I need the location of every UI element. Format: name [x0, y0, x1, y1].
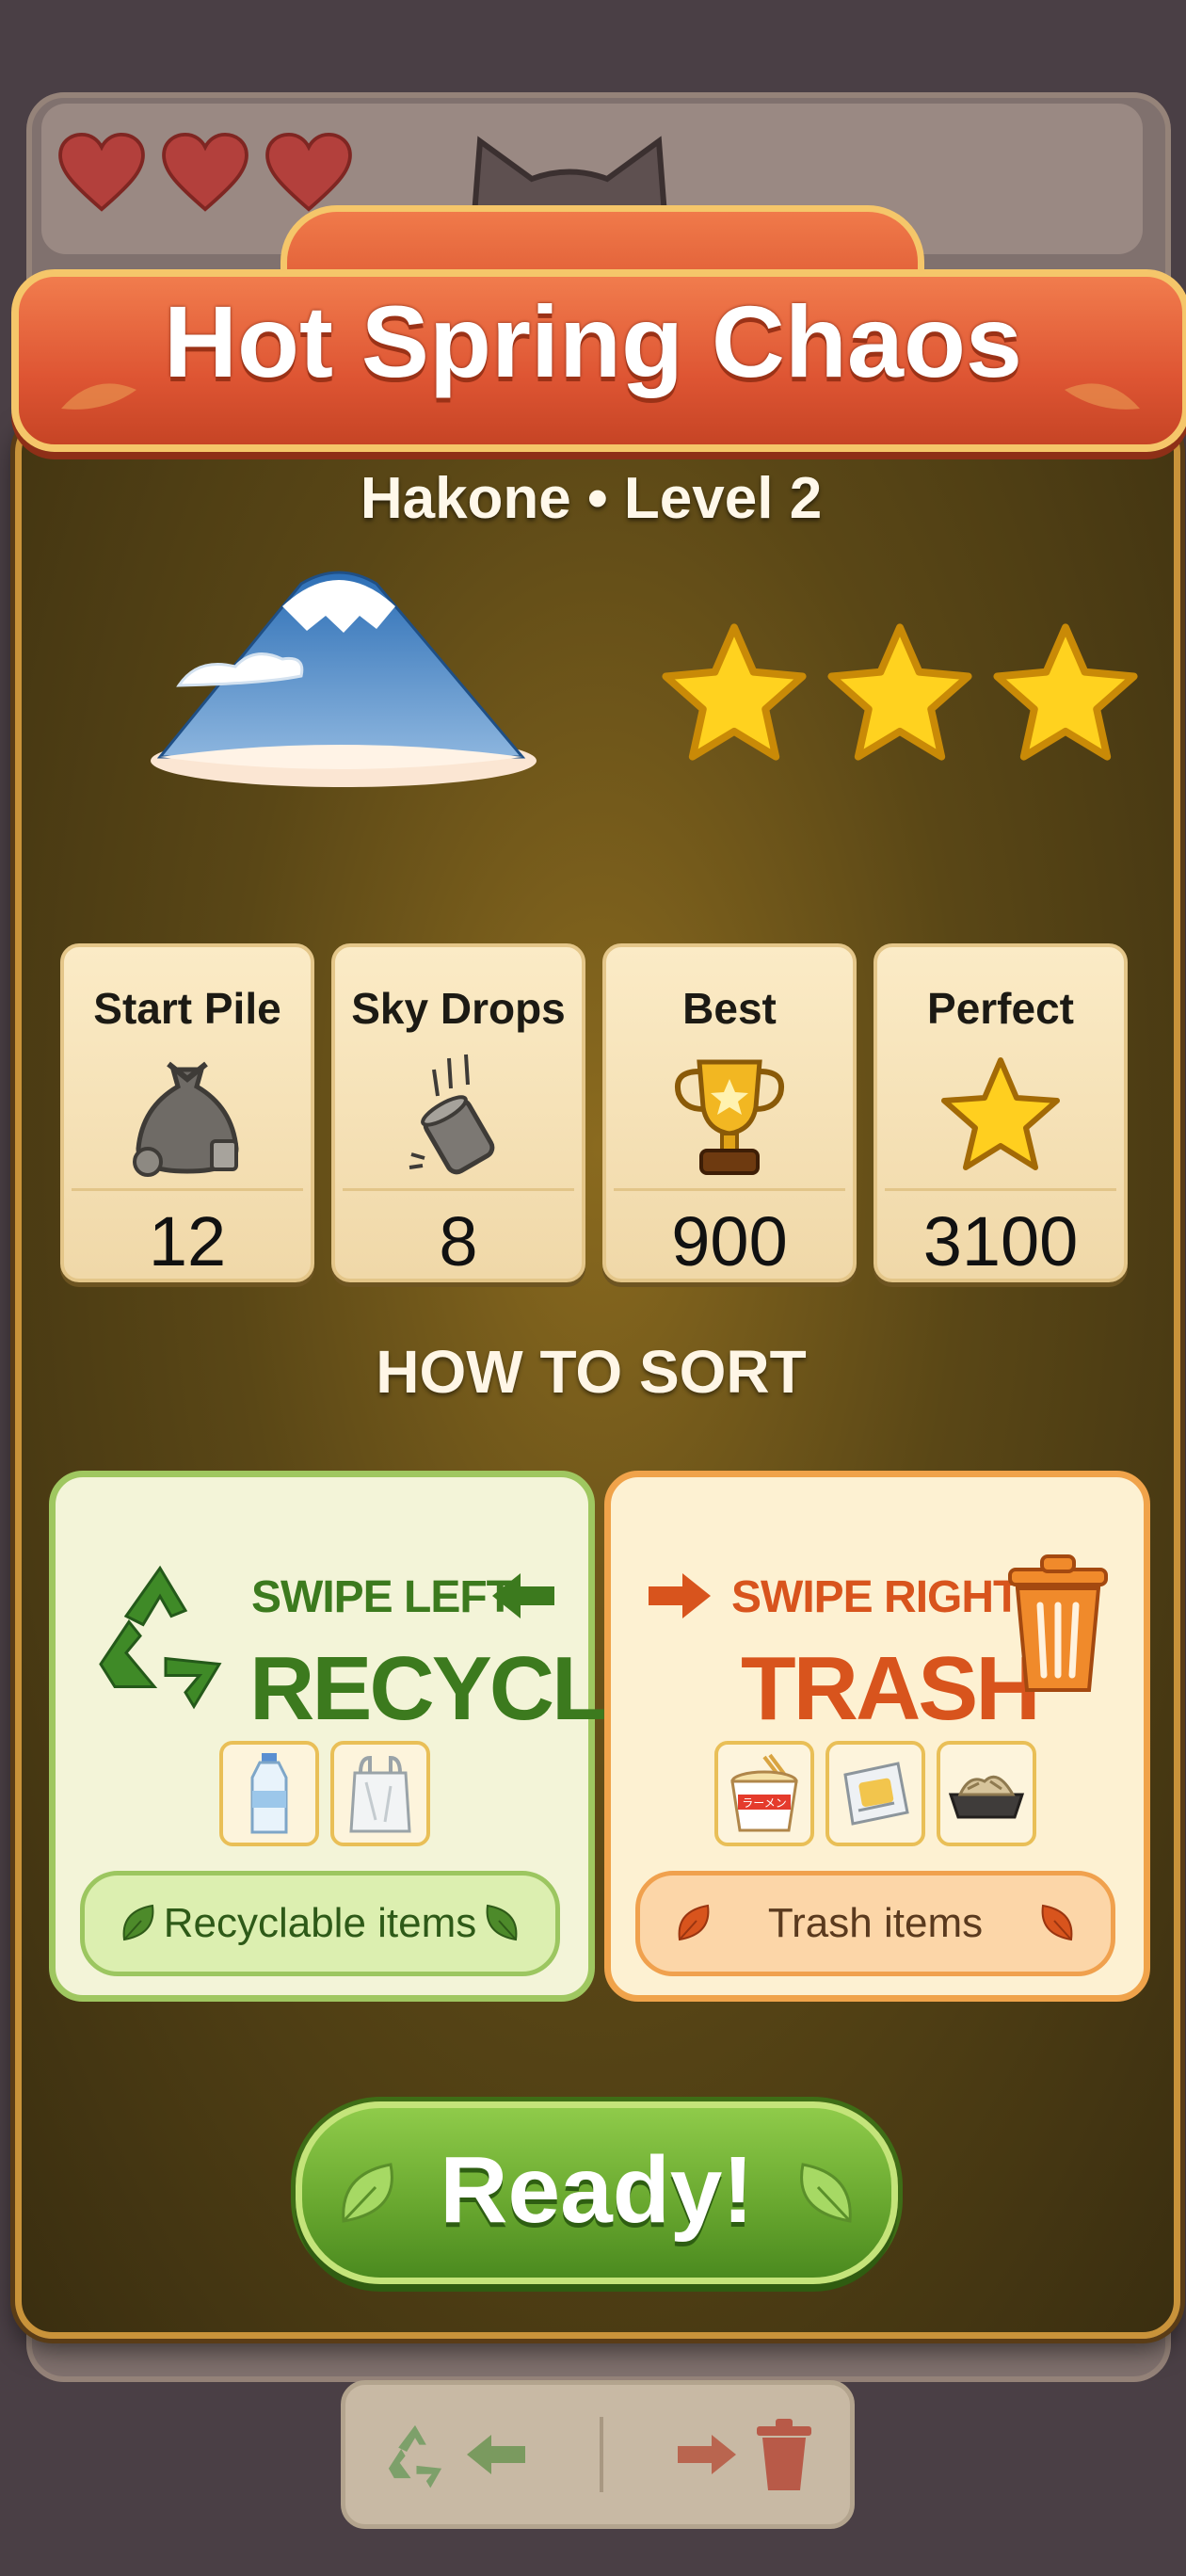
star-icon	[662, 623, 807, 761]
leaf-icon	[122, 1904, 154, 1941]
heart-icon	[58, 132, 145, 212]
recycle-label: RECYCLE	[249, 1638, 665, 1739]
control-divider	[599, 2417, 603, 2492]
food-tray-icon	[948, 1775, 1025, 1819]
stat-value: 8	[439, 1202, 478, 1280]
level-title: Hot Spring Chaos	[164, 284, 1022, 398]
star-rating	[659, 621, 1141, 763]
item-slot	[825, 1741, 925, 1846]
recycle-icon	[389, 2424, 442, 2488]
swipe-right-label: SWIPE RIGHT	[731, 1572, 1020, 1622]
arrow-left-icon	[467, 2435, 526, 2474]
stat-label: Sky Drops	[351, 984, 566, 1033]
star-icon	[941, 1057, 1060, 1170]
ready-button[interactable]: Ready!	[296, 2101, 898, 2284]
arrow-left-icon	[492, 1573, 554, 1618]
recyclable-items	[219, 1741, 430, 1846]
stat-divider	[343, 1188, 574, 1191]
trash-label: TRASH	[741, 1638, 1041, 1739]
stat-label: Start Pile	[93, 984, 281, 1033]
recyclable-items-label: Recyclable items	[163, 1900, 477, 1946]
heart-icon	[162, 132, 248, 212]
how-to-sort-heading: HOW TO SORT	[376, 1338, 807, 1406]
heart-icon	[265, 132, 352, 212]
trash-items: ラーメン	[714, 1741, 1036, 1846]
stat-value: 3100	[922, 1202, 1079, 1280]
water-bottle-icon	[250, 1753, 288, 1834]
leaf-icon	[800, 2163, 852, 2223]
trophy-icon	[675, 1059, 784, 1175]
item-slot	[937, 1741, 1036, 1846]
noodle-cup-icon: ラーメン	[730, 1753, 798, 1832]
trash-items-pill: Trash items	[635, 1871, 1115, 1976]
plastic-bag-icon	[349, 1755, 411, 1833]
leaf-icon	[678, 1904, 710, 1941]
swipe-left-label: SWIPE LEFT	[251, 1572, 514, 1622]
lives-hearts	[56, 132, 354, 213]
leaf-icon	[486, 1904, 518, 1941]
stat-divider	[885, 1188, 1116, 1191]
trash-bag-icon	[133, 1061, 239, 1177]
stat-perfect: Perfect 3100	[873, 943, 1128, 1282]
stat-sky-drops: Sky Drops 8	[331, 943, 585, 1282]
recyclable-items-pill: Recyclable items	[80, 1871, 560, 1976]
trash-can-icon	[756, 2419, 811, 2490]
noodle-cup-text: ラーメン	[742, 1796, 787, 1810]
falling-can-icon	[409, 1054, 495, 1175]
stat-label: Perfect	[927, 984, 1074, 1033]
item-slot	[219, 1741, 319, 1846]
stat-label: Best	[682, 984, 777, 1033]
star-icon	[827, 623, 972, 761]
background-swipe-controls	[341, 2380, 855, 2529]
stat-start-pile: Start Pile 12	[60, 943, 314, 1282]
snack-wrapper-icon	[843, 1762, 909, 1826]
leaf-icon	[1041, 1904, 1073, 1941]
arrow-right-icon	[677, 2435, 736, 2474]
mount-fuji-icon	[151, 571, 537, 787]
level-subtitle: Hakone • Level 2	[360, 466, 823, 531]
recycle-icon	[99, 1565, 222, 1710]
stat-best: Best 900	[602, 943, 857, 1282]
stat-divider	[72, 1188, 303, 1191]
trash-items-label: Trash items	[767, 1900, 984, 1946]
star-icon	[993, 623, 1138, 761]
stat-value: 12	[148, 1202, 227, 1280]
recycle-instruction-card: SWIPE LEFT RECYCLE Recyclable items	[49, 1471, 665, 2002]
trash-instruction-card: SWIPE RIGHT TRASH ラーメン Trash items	[604, 1471, 1150, 2002]
trash-can-icon	[1008, 1554, 1108, 1692]
stat-divider	[614, 1188, 845, 1191]
item-slot	[330, 1741, 430, 1846]
item-slot: ラーメン	[714, 1741, 814, 1846]
stat-value: 900	[671, 1202, 788, 1280]
arrow-right-icon	[649, 1573, 711, 1618]
